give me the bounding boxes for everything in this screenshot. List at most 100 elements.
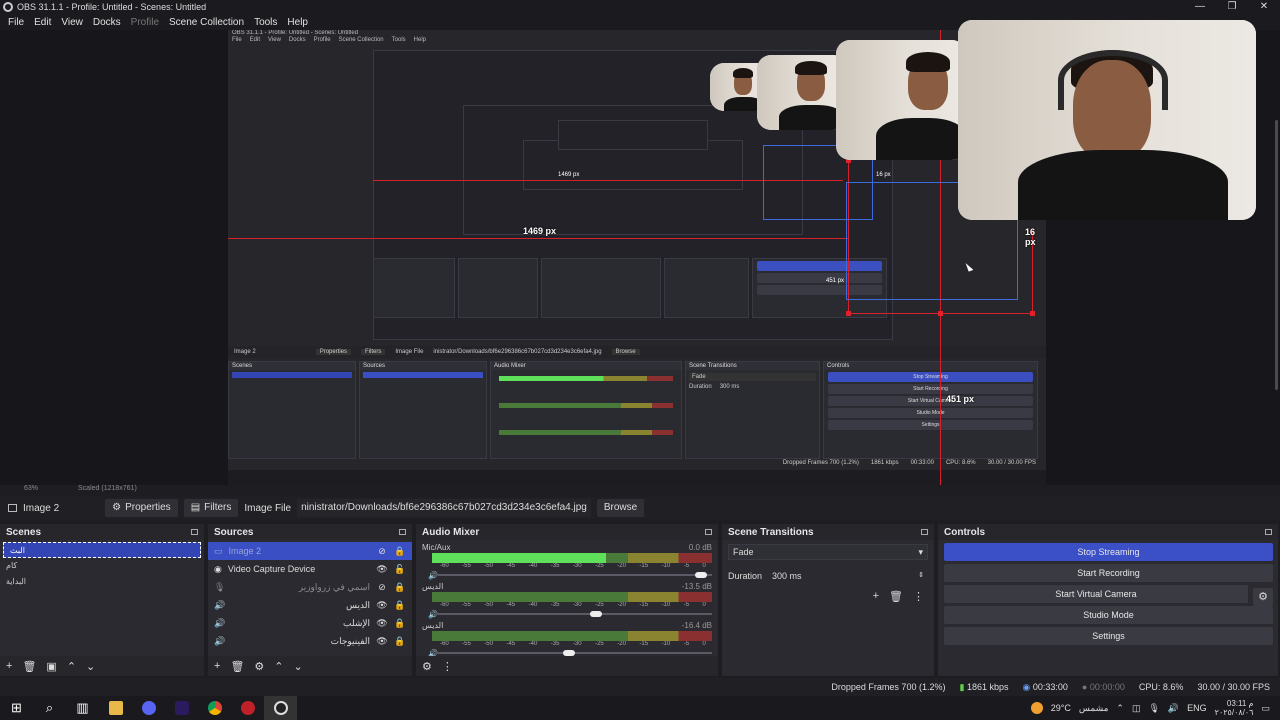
nested-dock-header: Scene Transitions	[686, 362, 819, 370]
preview-scrollbar[interactable]	[1275, 120, 1278, 390]
scene-item[interactable]: كام	[0, 558, 204, 574]
lock-icon[interactable]: 🔒	[394, 600, 406, 611]
source-settings-icon[interactable]: ⚙	[254, 660, 264, 673]
source-item[interactable]: 🎙 اسمي في زرواوزير ⊘ 🔒	[208, 578, 412, 596]
volume-icon[interactable]: 🔊	[1168, 703, 1179, 714]
move-up-icon[interactable]: ⌃	[67, 660, 76, 673]
virtual-camera-settings-icon[interactable]: ⚙	[1253, 588, 1273, 606]
red-app-icon[interactable]	[231, 696, 264, 720]
chrome-icon[interactable]	[198, 696, 231, 720]
add-transition-icon[interactable]: +	[873, 590, 879, 603]
scene-item[interactable]: البث	[3, 542, 201, 558]
nested-meter	[499, 403, 673, 408]
eye-icon[interactable]: 👁	[376, 636, 388, 647]
lock-icon[interactable]: 🔒	[394, 582, 406, 593]
settings-button[interactable]: Settings	[944, 627, 1273, 645]
search-icon[interactable]: ⌕	[33, 696, 66, 720]
eye-hidden-icon[interactable]: ⊘	[376, 582, 388, 593]
obs-taskbar-icon[interactable]	[264, 696, 297, 720]
speaker-icon[interactable]: 🔊	[428, 610, 438, 619]
move-down-icon[interactable]: ⌄	[86, 660, 95, 673]
start-virtual-camera-button[interactable]: Start Virtual Camera	[944, 585, 1248, 603]
source-item[interactable]: ◉ Video Capture Device 👁 🔓	[208, 560, 412, 578]
volume-fader[interactable]: 🔊	[428, 610, 712, 619]
menu-scene-collection[interactable]: Scene Collection	[164, 17, 249, 28]
nested-meter	[499, 376, 673, 381]
close-button[interactable]: ✕	[1248, 0, 1280, 14]
popout-icon[interactable]	[921, 529, 928, 535]
fader-knob[interactable]	[694, 572, 707, 578]
spinner-icon[interactable]: ⇕	[918, 568, 924, 584]
popout-icon[interactable]	[191, 529, 198, 535]
minimize-button[interactable]: —	[1184, 0, 1216, 14]
file-explorer-icon[interactable]	[99, 696, 132, 720]
menu-help[interactable]: Help	[282, 17, 313, 28]
popout-icon[interactable]	[399, 529, 406, 535]
transition-select[interactable]: Fade ▾	[728, 544, 928, 560]
network-icon[interactable]: ◫	[1132, 703, 1141, 714]
task-view-icon[interactable]: ▥	[66, 696, 99, 720]
lock-icon[interactable]: 🔒	[394, 618, 406, 629]
mixer-settings-icon[interactable]: ⚙	[422, 660, 432, 673]
source-item[interactable]: 🔊 الإشلب 👁 🔒	[208, 614, 412, 632]
language-indicator[interactable]: ENG	[1187, 703, 1207, 713]
maximize-button[interactable]: ❐	[1216, 0, 1248, 14]
speaker-icon[interactable]: 🔊	[428, 571, 438, 580]
filter-icon: ▤	[190, 502, 201, 513]
remove-scene-icon[interactable]: 🗑	[22, 660, 36, 673]
remove-source-icon[interactable]: 🗑	[230, 660, 244, 673]
menu-view[interactable]: View	[56, 17, 88, 28]
remove-transition-icon[interactable]: 🗑	[889, 590, 903, 603]
studio-mode-button[interactable]: Studio Mode	[944, 606, 1273, 624]
menu-docks[interactable]: Docks	[88, 17, 126, 28]
menu-edit[interactable]: Edit	[29, 17, 56, 28]
filters-button[interactable]: ▤ Filters	[183, 499, 239, 517]
eye-icon[interactable]: 👁	[376, 600, 388, 611]
lock-icon[interactable]: 🔓	[394, 564, 406, 575]
fader-knob[interactable]	[590, 611, 603, 617]
tick-label: -40	[528, 641, 538, 647]
windows-start-icon[interactable]: ⊞	[0, 696, 33, 720]
popout-icon[interactable]	[705, 529, 712, 535]
more-icon[interactable]: ⋮	[442, 660, 453, 673]
eye-icon[interactable]: 👁	[376, 618, 388, 629]
stop-streaming-button[interactable]: Stop Streaming	[944, 543, 1273, 561]
start-recording-button[interactable]: Start Recording	[944, 564, 1273, 582]
measure-line-horizontal	[228, 238, 848, 239]
menu-tools[interactable]: Tools	[249, 17, 282, 28]
camera-icon: ◉	[214, 563, 222, 574]
scene-filter-icon[interactable]: ▣	[46, 660, 56, 673]
speaker-icon: 🔊	[214, 599, 226, 610]
mic-tray-icon[interactable]: 🎙	[1148, 703, 1159, 714]
premiere-icon[interactable]	[165, 696, 198, 720]
properties-button[interactable]: ⚙ Properties	[105, 499, 178, 517]
more-icon[interactable]: ⋮	[913, 590, 924, 603]
scene-item[interactable]: البداية	[0, 574, 204, 590]
chevron-up-icon[interactable]: ⌃	[1116, 703, 1124, 714]
source-item[interactable]: 🔊 الفينيوجات 👁 🔒	[208, 632, 412, 650]
lock-icon[interactable]: 🔒	[394, 546, 406, 557]
eye-icon[interactable]: 👁	[376, 564, 388, 575]
menu-profile[interactable]: Profile	[126, 17, 164, 28]
discord-icon[interactable]	[132, 696, 165, 720]
add-scene-icon[interactable]: +	[6, 660, 12, 672]
move-down-icon[interactable]: ⌄	[294, 660, 303, 673]
menu-file[interactable]: File	[3, 17, 29, 28]
source-item[interactable]: ▭ Image 2 ⊘ 🔒	[208, 542, 412, 560]
browse-button[interactable]: Browse	[596, 499, 645, 517]
audio-mixer-dock: Audio Mixer Mic/Aux 0.0 dB -60 -55 -50 -45 -40…	[416, 524, 718, 676]
source-item[interactable]: 🔊 الديس 👁 🔒	[208, 596, 412, 614]
sources-title: Sources	[214, 526, 254, 538]
add-source-icon[interactable]: +	[214, 660, 220, 672]
tick-label: -30	[572, 641, 582, 647]
clock[interactable]: 03:11 م ٢٠٢٥/٠٨/٠٦	[1215, 699, 1254, 717]
clock-time: 03:11 م	[1226, 699, 1254, 708]
volume-fader[interactable]: 🔊	[428, 571, 712, 580]
move-up-icon[interactable]: ⌃	[274, 660, 283, 673]
tick-label: -20	[617, 641, 626, 647]
lock-icon[interactable]: 🔒	[394, 636, 406, 647]
notification-icon[interactable]: ▭	[1261, 703, 1270, 714]
duration-input[interactable]: 300 ms ⇕	[768, 568, 928, 584]
eye-hidden-icon[interactable]: ⊘	[376, 546, 388, 557]
popout-icon[interactable]	[1265, 529, 1272, 535]
